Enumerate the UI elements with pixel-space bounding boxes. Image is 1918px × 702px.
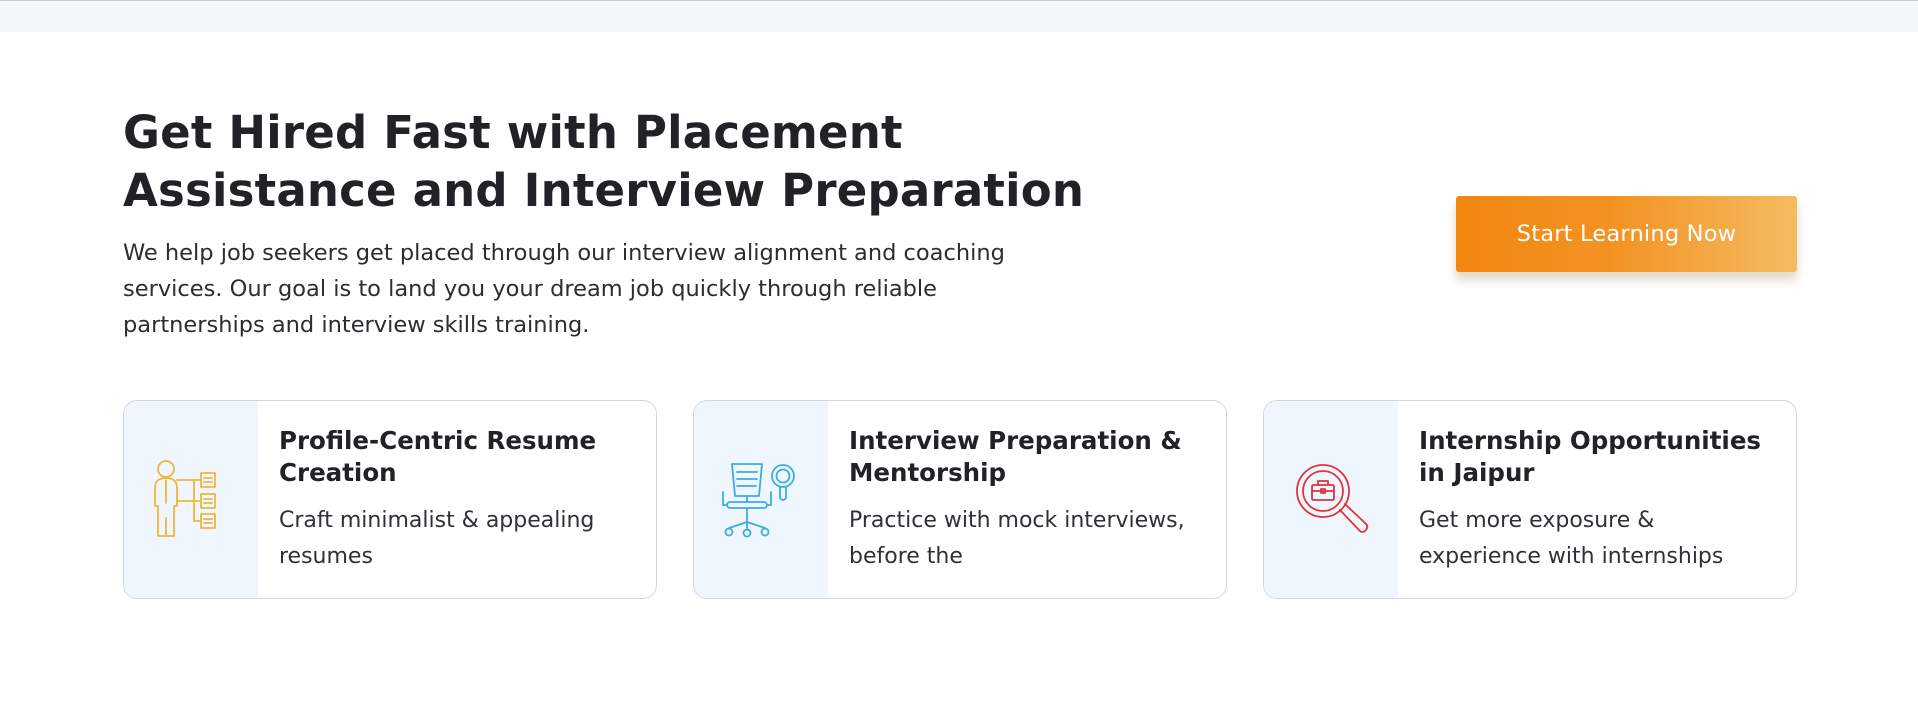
card-description: Get more exposure & experience with inte… <box>1419 508 1724 569</box>
card-description: Craft minimalist & appealing resumes <box>279 508 595 569</box>
card-title: Profile-Centric Resume Creation <box>279 426 597 487</box>
top-band <box>0 0 1918 32</box>
card-body: Interview Preparation & Mentorship Pract… <box>828 401 1226 598</box>
hero-description: We help job seekers get placed through o… <box>123 240 1005 338</box>
hero-title-line-1: Get Hired Fast with Placement <box>123 106 903 159</box>
card-title: Interview Preparation & Mentorship <box>849 426 1182 487</box>
card-body: Profile-Centric Resume Creation Craft mi… <box>258 401 656 598</box>
card-icon-panel <box>124 401 258 598</box>
card-internship-opportunities[interactable]: Internship Opportunities in Jaipur Get m… <box>1263 400 1797 599</box>
card-icon-panel <box>1264 401 1398 598</box>
card-icon-panel <box>694 401 828 598</box>
resume-profile-icon <box>154 459 216 537</box>
card-resume-creation[interactable]: Profile-Centric Resume Creation Craft mi… <box>123 400 657 599</box>
hero-section: Get Hired Fast with Placement Assistance… <box>123 104 1103 343</box>
card-title: Internship Opportunities in Jaipur <box>1419 426 1762 487</box>
hero-title-line-2: Assistance and Interview Preparation <box>123 164 1085 217</box>
start-learning-button[interactable]: Start Learning Now <box>1456 196 1797 272</box>
hero-title: Get Hired Fast with Placement Assistance… <box>123 104 1103 220</box>
card-interview-preparation[interactable]: Interview Preparation & Mentorship Pract… <box>693 400 1227 599</box>
card-description: Practice with mock interviews, before th… <box>849 508 1185 569</box>
card-body: Internship Opportunities in Jaipur Get m… <box>1398 401 1796 598</box>
interview-chair-icon <box>722 462 795 537</box>
briefcase-search-icon <box>1296 463 1369 533</box>
